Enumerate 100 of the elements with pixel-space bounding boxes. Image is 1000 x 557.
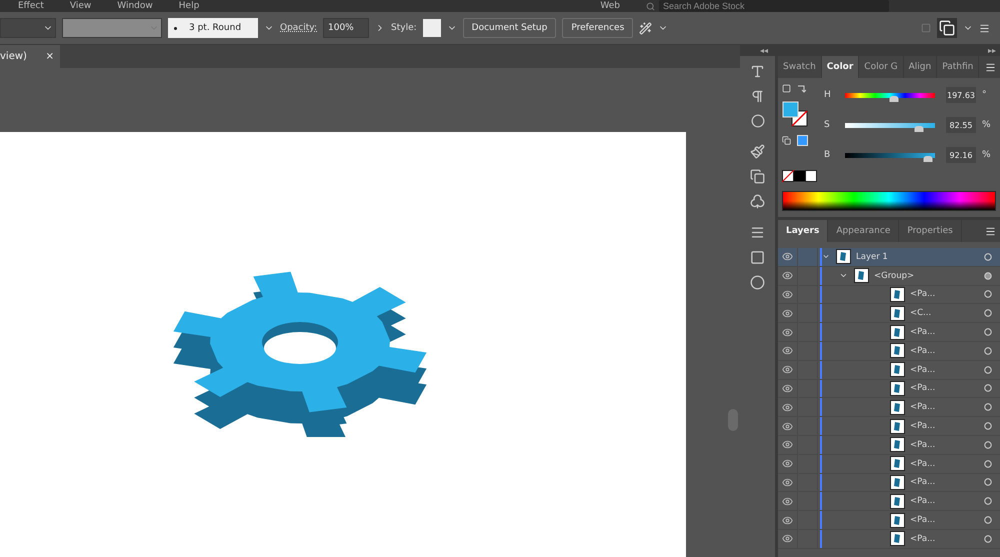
target-circle-icon[interactable] bbox=[984, 252, 992, 261]
layer-name[interactable]: <Pa... bbox=[910, 477, 936, 488]
cube-icon[interactable] bbox=[782, 136, 791, 145]
layer-row[interactable]: <Pa... bbox=[778, 530, 1000, 549]
slider-thumb[interactable] bbox=[923, 156, 932, 162]
layer-name[interactable]: <Pa... bbox=[910, 364, 936, 375]
target-circle-icon[interactable] bbox=[984, 290, 992, 298]
channel-value-field[interactable]: 92.16 bbox=[946, 147, 976, 163]
paragraph-icon[interactable] bbox=[750, 89, 765, 104]
layer-row[interactable]: <Pa... bbox=[778, 323, 1000, 342]
swap-icon[interactable] bbox=[797, 84, 806, 93]
arrange-icon[interactable] bbox=[937, 18, 957, 38]
menu-item[interactable]: Window bbox=[117, 0, 153, 12]
target-circle-icon[interactable] bbox=[984, 384, 992, 392]
layer-name[interactable]: <Pa... bbox=[910, 289, 936, 300]
visibility-eye-icon[interactable] bbox=[782, 420, 793, 432]
visibility-eye-icon[interactable] bbox=[782, 439, 793, 450]
visibility-eye-icon[interactable] bbox=[782, 514, 793, 526]
opacity-label[interactable]: Opacity: bbox=[280, 23, 317, 33]
slider-thumb[interactable] bbox=[914, 126, 924, 132]
panel-tab[interactable]: Align bbox=[904, 56, 938, 78]
visibility-eye-icon[interactable] bbox=[782, 382, 793, 394]
layer-name[interactable]: <Pa... bbox=[910, 383, 936, 394]
menu-item[interactable]: Effect bbox=[18, 0, 44, 12]
expand-icon[interactable] bbox=[988, 48, 996, 52]
target-circle-icon[interactable] bbox=[984, 328, 992, 336]
panel-tab[interactable]: Color bbox=[822, 56, 860, 78]
visibility-eye-icon[interactable] bbox=[782, 251, 793, 262]
layer-row[interactable]: <Pa... bbox=[778, 360, 1000, 380]
layer-name[interactable]: <Pa... bbox=[910, 421, 936, 432]
layer-row[interactable]: <Pa... bbox=[778, 342, 1000, 361]
target-circle-icon[interactable] bbox=[984, 272, 992, 280]
layer-name[interactable]: <Pa... bbox=[910, 402, 936, 412]
visibility-eye-icon[interactable] bbox=[782, 533, 793, 544]
layer-name[interactable]: <Pa... bbox=[910, 534, 936, 544]
visibility-eye-icon[interactable] bbox=[782, 288, 793, 300]
channel-value-field[interactable]: 197.63 bbox=[946, 87, 976, 103]
toolbar-button[interactable]: Document Setup bbox=[462, 18, 556, 38]
layer-name[interactable]: <Pa... bbox=[910, 440, 936, 450]
document-tab[interactable]: view) × bbox=[0, 45, 60, 68]
brushes-icon[interactable] bbox=[750, 144, 765, 159]
menu-icon[interactable] bbox=[979, 22, 990, 34]
layer-row[interactable]: <Pa... bbox=[778, 436, 1000, 455]
target-circle-icon[interactable] bbox=[984, 366, 992, 374]
club-icon[interactable] bbox=[750, 194, 765, 209]
channel-value-field[interactable]: 82.55 bbox=[946, 117, 976, 133]
visibility-eye-icon[interactable] bbox=[782, 496, 793, 507]
opacity-field[interactable]: 100% bbox=[323, 18, 369, 38]
layer-name[interactable]: <Pa... bbox=[910, 327, 936, 338]
swatch-presets[interactable] bbox=[782, 170, 818, 183]
style-swatch[interactable] bbox=[422, 19, 441, 37]
color-spectrum[interactable] bbox=[782, 191, 996, 211]
menu-item[interactable]: Help bbox=[178, 0, 200, 12]
layer-name[interactable]: <Group> bbox=[874, 270, 914, 281]
layer-row[interactable]: <Pa... bbox=[778, 511, 1000, 530]
layer-row[interactable]: <Group> bbox=[778, 266, 1000, 286]
transform-icon[interactable] bbox=[750, 169, 765, 184]
search-field[interactable]: Search Adobe Stock bbox=[659, 0, 889, 12]
visibility-eye-icon[interactable] bbox=[782, 326, 793, 338]
visibility-eye-icon[interactable] bbox=[782, 364, 793, 376]
target-circle-icon[interactable] bbox=[984, 478, 992, 486]
layer-row[interactable]: <Pa... bbox=[778, 474, 1000, 492]
menu-icon[interactable] bbox=[985, 62, 996, 72]
default-colors-icon[interactable] bbox=[782, 84, 791, 93]
target-circle-icon[interactable] bbox=[984, 440, 992, 449]
layer-row[interactable]: <Pa... bbox=[778, 286, 1000, 304]
target-circle-icon[interactable] bbox=[984, 346, 992, 355]
visibility-eye-icon[interactable] bbox=[782, 270, 793, 282]
layer-name[interactable]: <Pa... bbox=[910, 346, 936, 356]
layer-name[interactable]: <Pa... bbox=[910, 458, 936, 469]
menu-icon[interactable] bbox=[985, 226, 996, 236]
target-circle-icon[interactable] bbox=[984, 516, 992, 524]
target-circle-icon[interactable] bbox=[984, 534, 992, 543]
visibility-eye-icon[interactable] bbox=[782, 476, 793, 488]
close-icon[interactable]: × bbox=[46, 51, 54, 62]
workspace-dropdown[interactable]: Web bbox=[600, 0, 620, 12]
target-circle-icon[interactable] bbox=[984, 422, 992, 430]
brush-dropdown[interactable]: 3 pt. Round bbox=[168, 18, 258, 38]
visibility-eye-icon[interactable] bbox=[782, 402, 793, 413]
visibility-eye-icon[interactable] bbox=[782, 345, 793, 356]
collapse-icon[interactable] bbox=[760, 48, 768, 52]
layer-row[interactable]: <Pa... bbox=[778, 454, 1000, 474]
layer-name[interactable]: <C... bbox=[910, 308, 932, 318]
layer-name[interactable]: Layer 1 bbox=[856, 252, 888, 262]
web-color-swatch[interactable] bbox=[797, 135, 808, 146]
stroke-icon[interactable] bbox=[750, 225, 765, 240]
toolbar-button[interactable]: Preferences bbox=[562, 18, 634, 38]
layer-row[interactable]: <Pa... bbox=[778, 398, 1000, 418]
target-circle-icon[interactable] bbox=[984, 403, 992, 412]
layer-name[interactable]: <Pa... bbox=[910, 496, 936, 506]
target-circle-icon[interactable] bbox=[984, 309, 992, 318]
variable-width-dropdown[interactable] bbox=[62, 18, 162, 38]
visibility-eye-icon[interactable] bbox=[782, 458, 793, 470]
layer-row[interactable]: <Pa... bbox=[778, 417, 1000, 436]
layer-row[interactable]: <C... bbox=[778, 304, 1000, 324]
character-icon[interactable] bbox=[750, 64, 765, 79]
target-circle-icon[interactable] bbox=[984, 460, 992, 468]
visibility-eye-icon[interactable] bbox=[782, 308, 793, 319]
target-circle-icon[interactable] bbox=[984, 497, 992, 506]
layer-row[interactable]: Layer 1 bbox=[778, 248, 1000, 267]
